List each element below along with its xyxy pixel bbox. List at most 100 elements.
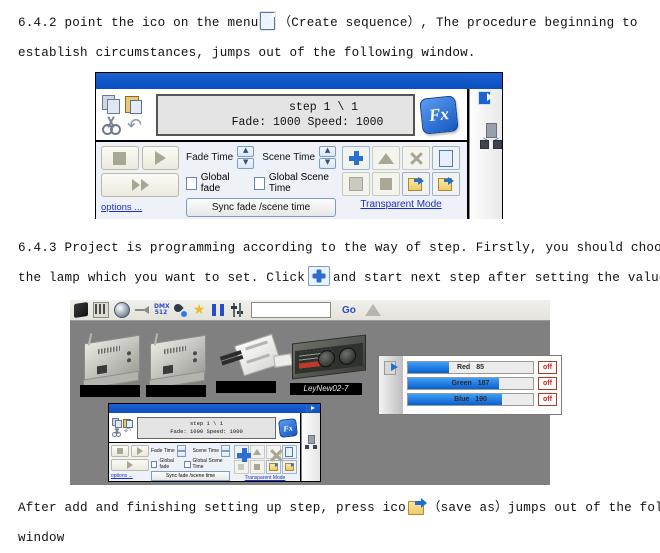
- star-icon[interactable]: ★: [192, 303, 206, 317]
- pen-icon[interactable]: [172, 302, 187, 317]
- disc-icon[interactable]: [74, 302, 88, 318]
- blue-channel-off-button[interactable]: off: [538, 393, 557, 406]
- new-page-button[interactable]: [432, 146, 461, 170]
- undo-icon[interactable]: ↶: [123, 428, 132, 437]
- nested-transparent-mode-link[interactable]: Transparent Mode: [245, 475, 286, 481]
- fixture-label: [146, 385, 206, 397]
- options-link[interactable]: options ...: [101, 202, 179, 213]
- create-sequence-icon[interactable]: [260, 12, 276, 30]
- nested-add-step-button[interactable]: [233, 445, 251, 462]
- merge-icon: [253, 449, 261, 455]
- scene-time-spinner[interactable]: ▲ ▼: [319, 146, 337, 169]
- blue-channel-slider[interactable]: Blue 190: [407, 393, 534, 406]
- nested-delete-button[interactable]: [265, 445, 281, 459]
- sync-fade-scene-time-button[interactable]: Sync fade /scene time: [186, 198, 337, 217]
- paragraph-643-line2: the lamp which you want to set. Click: [18, 271, 306, 285]
- nested-global-fade-label: Global fade: [159, 458, 174, 470]
- stop-scene-button[interactable]: [372, 172, 401, 196]
- fader-icon[interactable]: [230, 303, 244, 317]
- stack-icon: [349, 177, 364, 191]
- pause-icon[interactable]: [211, 303, 225, 317]
- fixture-item[interactable]: [80, 333, 148, 397]
- sequence-dialog-window: ↶ step 1 \ 1 Fade: 1000 Speed: 1000 Fx o…: [95, 72, 503, 219]
- nested-fade-time-spinner[interactable]: [176, 445, 186, 457]
- green-channel-off-button[interactable]: off: [538, 377, 557, 390]
- nested-options-link[interactable]: options ...: [111, 473, 149, 479]
- paragraph-642: 6.4.2 point the ico on the menu （Create s…: [18, 8, 638, 68]
- copy-icon[interactable]: [102, 94, 121, 114]
- paste-icon[interactable]: [123, 418, 133, 428]
- cut-icon[interactable]: [112, 427, 121, 437]
- fixture-item[interactable]: [212, 331, 293, 397]
- circle-icon[interactable]: [114, 302, 130, 318]
- plug-icon[interactable]: [135, 303, 149, 317]
- nested-new-page-button[interactable]: [281, 445, 297, 459]
- nested-fast-forward-button[interactable]: [111, 459, 149, 471]
- nested-timing-controls: Fade Time Scene Time Global fade Global …: [151, 445, 230, 481]
- nested-stack-button[interactable]: [233, 460, 249, 474]
- fixture-item[interactable]: [146, 333, 214, 397]
- fx-button[interactable]: Fx: [419, 94, 459, 135]
- green-channel-name: Green: [451, 380, 472, 387]
- red-channel-name: Red: [456, 364, 471, 371]
- network-devices-icon[interactable]: [305, 435, 317, 449]
- delete-button[interactable]: [402, 146, 431, 170]
- merge-button[interactable]: [372, 146, 401, 170]
- dmx-512-icon[interactable]: DMX 512: [154, 303, 170, 318]
- fade-time-spinner[interactable]: ▲ ▼: [237, 146, 255, 169]
- scene-time-label: Scene Time: [262, 152, 316, 163]
- exit-icon[interactable]: [305, 405, 315, 412]
- open-button[interactable]: [402, 172, 431, 196]
- paragraph-643-line1: 6.4.3 Project is programming according t…: [18, 241, 660, 255]
- undo-icon[interactable]: ↶: [125, 116, 144, 135]
- green-channel-slider[interactable]: Green 187: [407, 377, 534, 390]
- fast-forward-button[interactable]: [101, 173, 179, 197]
- red-channel-off-button[interactable]: off: [538, 361, 557, 374]
- nested-save-as-button[interactable]: [281, 460, 297, 474]
- nested-global-fade-checkbox[interactable]: [151, 460, 158, 468]
- address-input[interactable]: [251, 302, 331, 318]
- nested-stop-button[interactable]: [111, 445, 129, 457]
- paste-icon[interactable]: [125, 95, 144, 114]
- fade-time-up-icon[interactable]: ▲: [237, 146, 255, 157]
- save-as-button[interactable]: [432, 172, 461, 196]
- stop-button[interactable]: [101, 146, 139, 170]
- nested-scene-time-spinner[interactable]: [221, 445, 230, 457]
- nested-open-button[interactable]: [265, 460, 281, 474]
- scene-time-up-icon[interactable]: ▲: [319, 146, 337, 157]
- nested-sync-button[interactable]: Sync fade /scene time: [151, 471, 230, 481]
- nested-step-line2: Fade: 1000 Speed: 1000: [170, 427, 243, 435]
- play-icon: [154, 151, 166, 165]
- nested-stop-scene-button[interactable]: [249, 460, 265, 474]
- led-driver-image: [219, 333, 293, 377]
- save-as-inline-icon[interactable]: [407, 498, 427, 515]
- paragraph-after-line3: window: [18, 531, 65, 545]
- play-button[interactable]: [141, 146, 179, 170]
- global-fade-checkbox[interactable]: [186, 176, 197, 190]
- stack-button[interactable]: [342, 172, 371, 196]
- nested-scene-time-label: Scene Time: [192, 448, 219, 454]
- go-button[interactable]: Go: [342, 305, 356, 316]
- add-step-inline-icon[interactable]: [308, 266, 331, 286]
- expand-arrow-icon[interactable]: [384, 361, 398, 375]
- red-channel-slider[interactable]: Red 85: [407, 361, 534, 374]
- fixture-item[interactable]: LeyNew02-7: [286, 333, 372, 397]
- go-up-icon[interactable]: [364, 304, 381, 316]
- nested-global-scene-time-checkbox[interactable]: [184, 460, 191, 468]
- transparent-mode-link[interactable]: Transparent Mode: [360, 199, 441, 210]
- paragraph-643-line3: and start next step after setting the va…: [333, 271, 660, 285]
- nested-play-button[interactable]: [131, 445, 149, 457]
- add-step-button[interactable]: [342, 146, 371, 170]
- fade-time-down-icon[interactable]: ▼: [237, 158, 255, 169]
- cut-icon[interactable]: [102, 115, 121, 135]
- bars-icon[interactable]: [93, 302, 109, 318]
- scene-time-down-icon[interactable]: ▼: [319, 158, 337, 169]
- global-scene-time-checkbox[interactable]: [254, 176, 265, 190]
- copy-icon[interactable]: [112, 418, 122, 428]
- page-icon: [439, 149, 454, 167]
- exit-icon[interactable]: [478, 91, 494, 105]
- network-devices-icon[interactable]: [480, 123, 503, 149]
- nested-merge-button[interactable]: [249, 445, 265, 459]
- nested-dialog-titlebar: [109, 404, 320, 414]
- nested-fx-button[interactable]: Fx: [278, 417, 298, 438]
